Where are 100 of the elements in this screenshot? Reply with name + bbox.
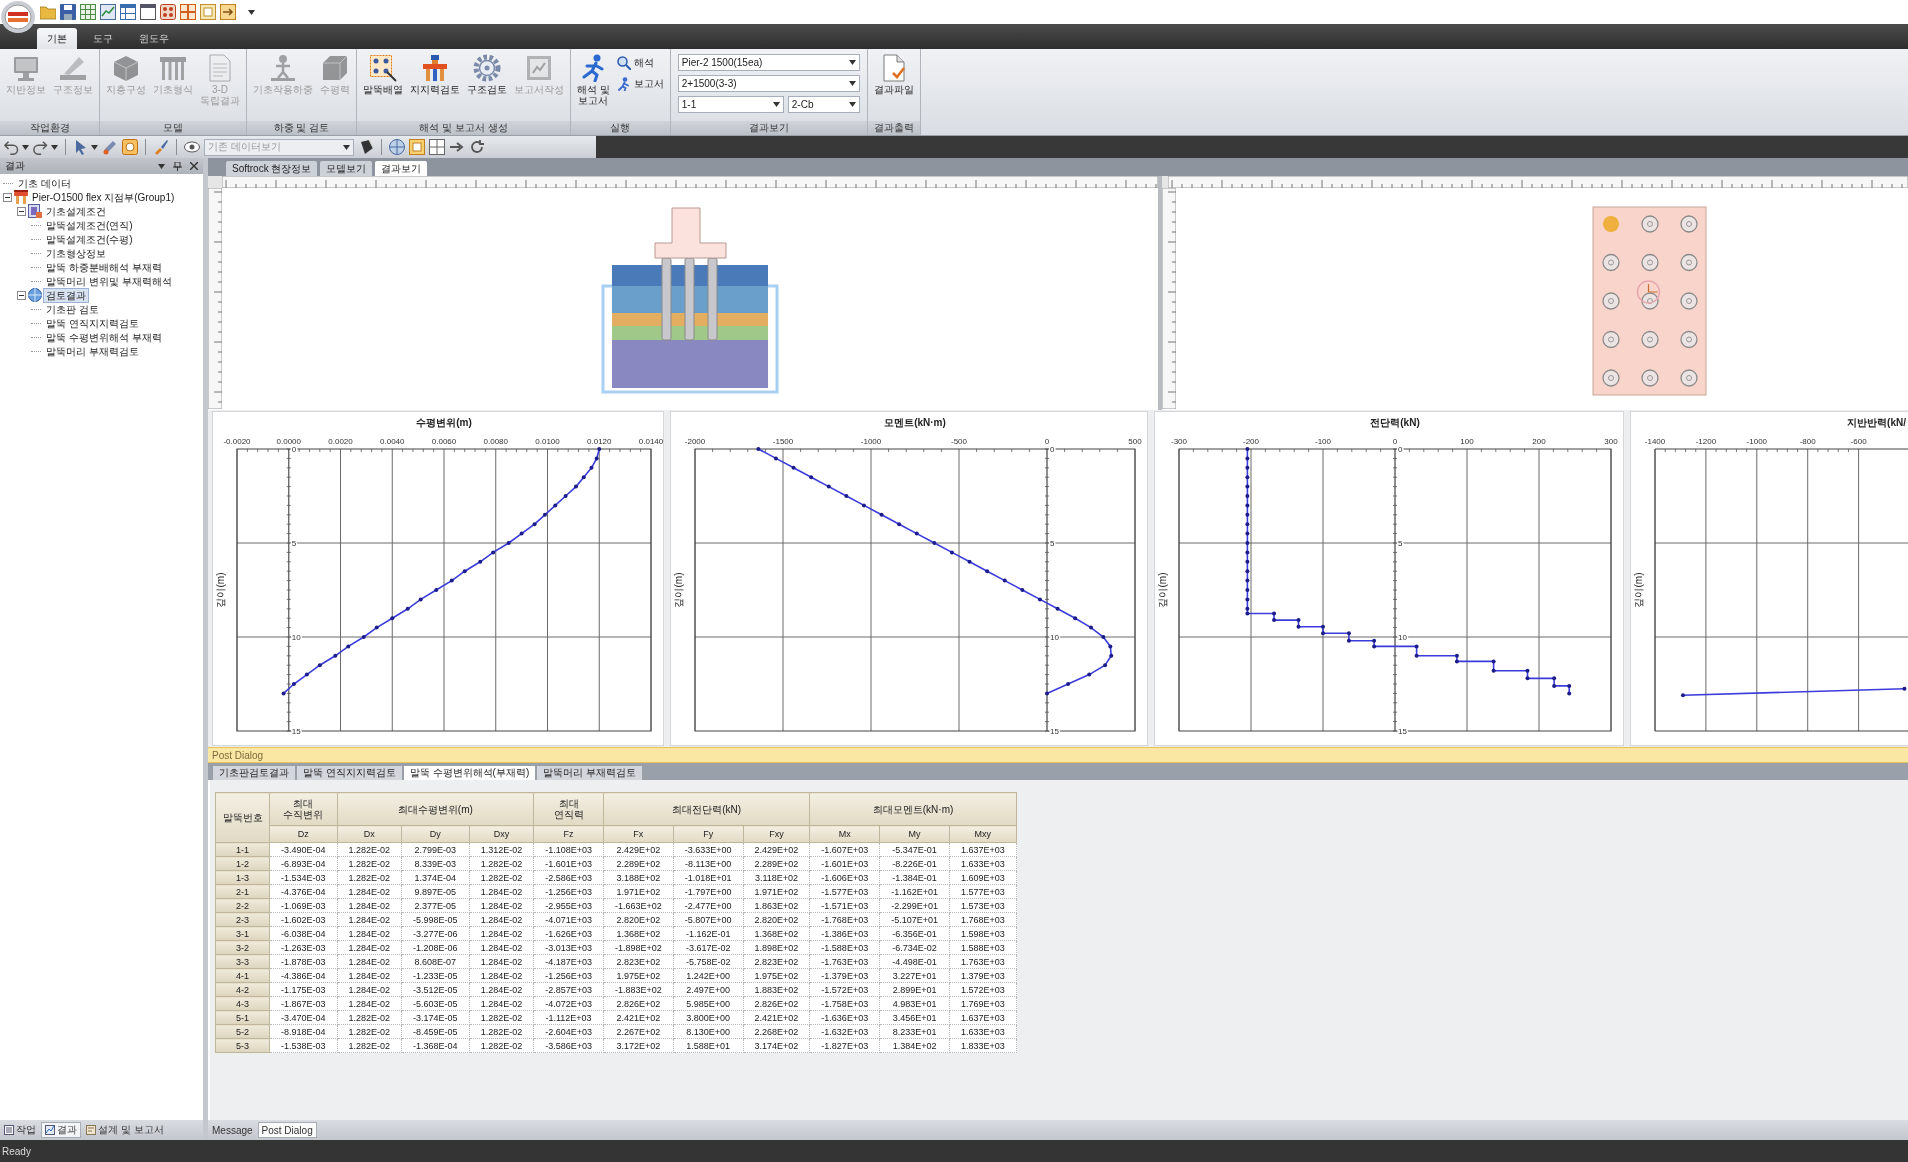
cross-grid-icon[interactable]	[180, 4, 196, 20]
window-icon[interactable]	[140, 4, 156, 20]
group-label: 작업환경	[0, 121, 99, 135]
ribbon-tab[interactable]: 도구	[83, 28, 123, 49]
document-icon	[28, 204, 42, 218]
table-cell: -5.603E-05	[401, 996, 470, 1011]
group-label: 결과출력	[867, 121, 920, 135]
dropdown[interactable]: 2+1500(3-3)	[677, 75, 860, 92]
tree-item[interactable]: 말뚝설계조건(수평)	[44, 232, 135, 246]
grid-icon[interactable]	[429, 139, 445, 155]
frame-icon[interactable]	[200, 4, 216, 20]
paint-icon[interactable]	[358, 139, 374, 155]
output-tab[interactable]: Message	[209, 1122, 256, 1138]
table-cell: -1.577E+03	[809, 884, 880, 899]
close-icon[interactable]	[190, 162, 198, 170]
pile[interactable]	[1602, 369, 1620, 387]
ribbon-tab[interactable]: 기본	[37, 28, 77, 49]
dropdown[interactable]: Pier-2 1500(15ea)	[677, 54, 860, 71]
tree-item[interactable]: 검토결과	[44, 288, 88, 302]
table-cell: 1.769E+03	[949, 996, 1017, 1011]
table-cell: 1.282E-02	[469, 1010, 534, 1025]
tree-item[interactable]: 말뚝머리 변위및 부재력해석	[44, 274, 174, 288]
pin-icon[interactable]	[173, 161, 182, 171]
tree-toggle-icon[interactable]	[17, 206, 26, 216]
save-icon[interactable]	[60, 4, 76, 20]
eye-icon[interactable]	[184, 139, 200, 155]
ribbon-button[interactable]: 보고서	[613, 76, 667, 92]
grid-icon[interactable]	[80, 4, 96, 20]
document-tab[interactable]: 모델보기	[320, 161, 373, 176]
tree-item[interactable]: 말뚝 수평변위해석 부재력	[44, 330, 164, 344]
folder-icon[interactable]	[40, 4, 56, 20]
pile[interactable]	[1641, 292, 1659, 310]
pile[interactable]	[1680, 253, 1698, 272]
caret-down-icon[interactable]	[158, 163, 165, 169]
pile[interactable]	[1680, 330, 1698, 349]
export-icon[interactable]	[220, 4, 236, 20]
pile[interactable]	[1641, 215, 1659, 233]
caret-icon[interactable]	[91, 144, 98, 150]
pile[interactable]	[1680, 215, 1698, 233]
ribbon-button[interactable]: 결과파일	[870, 52, 917, 97]
tick-label: 15	[1050, 727, 1059, 736]
document-tab[interactable]: Softrock 현장정보	[226, 161, 318, 176]
data-point	[281, 691, 286, 696]
dropdown[interactable]: 1-1	[677, 96, 784, 113]
undo-icon[interactable]	[4, 139, 20, 155]
caret-icon[interactable]	[51, 144, 58, 150]
document-tab[interactable]: 결과보기	[375, 161, 428, 176]
pile[interactable]	[1641, 330, 1659, 349]
redo-icon[interactable]	[33, 139, 49, 155]
panel-tab[interactable]: 작업	[1, 1122, 39, 1138]
tree-item[interactable]: 기초판 검토	[44, 302, 101, 316]
tree-toggle-icon[interactable]	[3, 192, 12, 202]
result-tab[interactable]: 말뚝 연직지지력검토	[297, 766, 402, 780]
ribbon-button[interactable]: 해석 및 보고서	[574, 52, 613, 108]
tree-item[interactable]: 기초형상정보	[44, 246, 108, 260]
tree-item[interactable]: 말뚝 연직지지력검토	[44, 316, 141, 330]
caret-icon[interactable]	[248, 9, 255, 15]
bridge-icon	[14, 190, 28, 204]
dropdown[interactable]: 2-Cb	[787, 96, 860, 113]
tree-item[interactable]: 말뚝설계조건(연직)	[44, 218, 135, 232]
caret-icon[interactable]	[22, 144, 29, 150]
ribbon-button[interactable]: 지지력검토	[407, 52, 463, 97]
pile[interactable]	[1680, 292, 1698, 310]
arrow-icon[interactable]	[449, 139, 465, 155]
data-point	[897, 522, 902, 527]
result-tab[interactable]: 말뚝 수평변위해석(부재력)	[403, 766, 536, 780]
tree-item[interactable]: 말뚝머리 부재력검토	[44, 344, 141, 358]
image-icon[interactable]	[122, 139, 138, 155]
panel-tab[interactable]: 결과	[41, 1122, 81, 1138]
table-icon[interactable]	[120, 4, 136, 20]
pile[interactable]	[1602, 292, 1620, 310]
table-cell: -1.256E+03	[533, 968, 604, 983]
figure-icon	[269, 54, 297, 82]
panel-tab[interactable]: 설계 및 보고서	[83, 1122, 167, 1138]
ribbon-tab[interactable]: 윈도우	[129, 28, 179, 49]
table-cell: -1.233E-05	[401, 968, 470, 983]
tree-toggle-icon[interactable]	[17, 290, 26, 300]
pile[interactable]	[1602, 330, 1620, 349]
ribbon-button[interactable]: 해석	[613, 55, 667, 71]
chart-icon[interactable]	[100, 4, 116, 20]
brush-icon[interactable]	[153, 139, 169, 155]
rotate-icon[interactable]	[469, 139, 485, 155]
tree-item[interactable]: Pier-O1500 flex 지점부(Group1)	[30, 190, 177, 204]
pile[interactable]	[1641, 369, 1659, 387]
result-tab[interactable]: 말뚝머리 부재력검토	[537, 766, 642, 780]
pile[interactable]	[1602, 253, 1620, 272]
tree-item[interactable]: 말뚝 하중분배해석 부재력	[44, 260, 164, 274]
ribbon-button[interactable]: 말뚝배열	[360, 52, 406, 97]
table-cell: 2.820E+02	[743, 912, 810, 927]
pile-grid-icon[interactable]	[160, 4, 176, 20]
output-tab[interactable]: Post Dialog	[257, 1122, 317, 1138]
result-tab[interactable]: 기초판검토결과	[213, 766, 295, 780]
frame-icon[interactable]	[409, 139, 425, 155]
ribbon-button[interactable]: 구조검토	[464, 52, 510, 97]
tree-item[interactable]: 기초 데이터	[16, 176, 73, 190]
globe-icon[interactable]	[389, 139, 405, 155]
data-point	[1321, 624, 1325, 629]
pile[interactable]	[1680, 369, 1698, 387]
pile[interactable]	[1641, 253, 1659, 272]
tree-item[interactable]: 기초설계조건	[44, 204, 108, 218]
